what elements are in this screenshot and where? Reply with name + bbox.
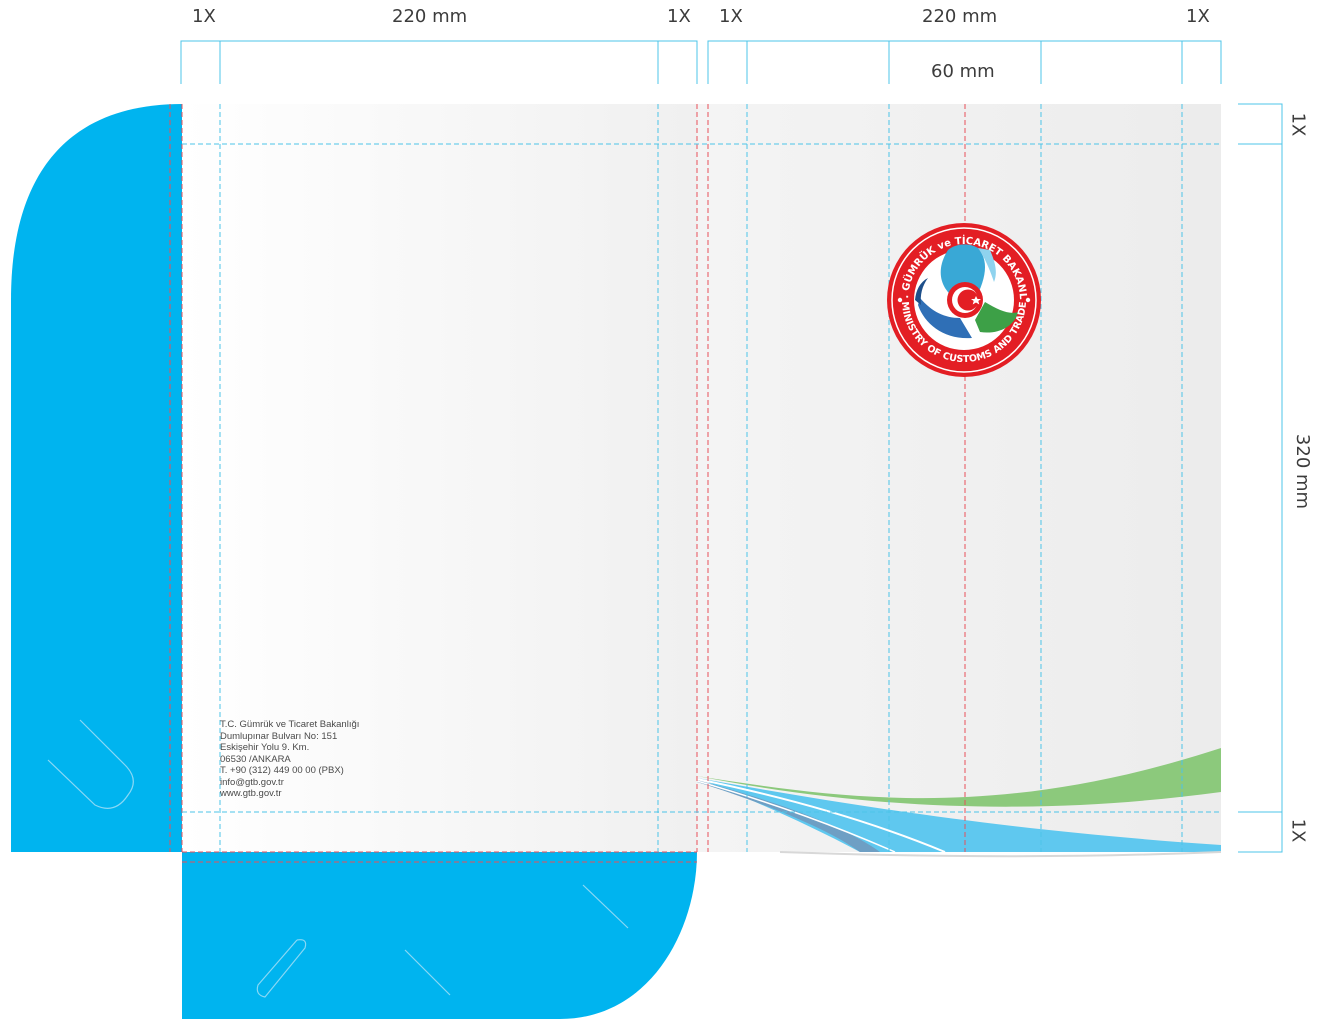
- dim-right-margin-2: 1X: [1186, 6, 1210, 27]
- right-dimension-brackets: [1238, 103, 1283, 853]
- address-line: www.gtb.gov.tr: [220, 788, 282, 799]
- address-line: Eskişehir Yolu 9. Km.: [220, 742, 310, 753]
- address-line: info@gtb.gov.tr: [220, 776, 284, 788]
- dim-top-margin: 1X: [1287, 112, 1309, 137]
- address-line: Dumlupınar Bulvarı No: 151: [220, 730, 338, 742]
- address-line: T.C. Gümrük ve Ticaret Bakanlığı: [220, 719, 360, 730]
- dim-right-margin-1: 1X: [719, 6, 743, 27]
- dim-bottom-margin: 1X: [1287, 818, 1309, 843]
- left-flap: [11, 104, 182, 852]
- address-line: T. +90 (312) 449 00 00 (PBX): [220, 765, 344, 776]
- dim-right-width: 220 mm: [922, 6, 998, 27]
- dim-left-margin-2: 1X: [667, 6, 691, 27]
- dim-spine: 60 mm: [931, 61, 995, 82]
- front-panel: [697, 104, 1221, 852]
- address-line: 06530 /ANKARA: [220, 753, 291, 765]
- top-dimension-brackets: [180, 40, 1222, 84]
- dim-height: 320 mm: [1292, 433, 1314, 510]
- address-block: T.C. Gümrük ve Ticaret Bakanlığı Dumlupı…: [220, 719, 359, 800]
- folder-dieline: T.C. GÜMRÜK ve TİCARET BAKANLIĞI MINISTR…: [0, 0, 1283, 1019]
- dim-left-width: 220 mm: [392, 6, 468, 27]
- dim-left-margin-1: 1X: [192, 6, 216, 27]
